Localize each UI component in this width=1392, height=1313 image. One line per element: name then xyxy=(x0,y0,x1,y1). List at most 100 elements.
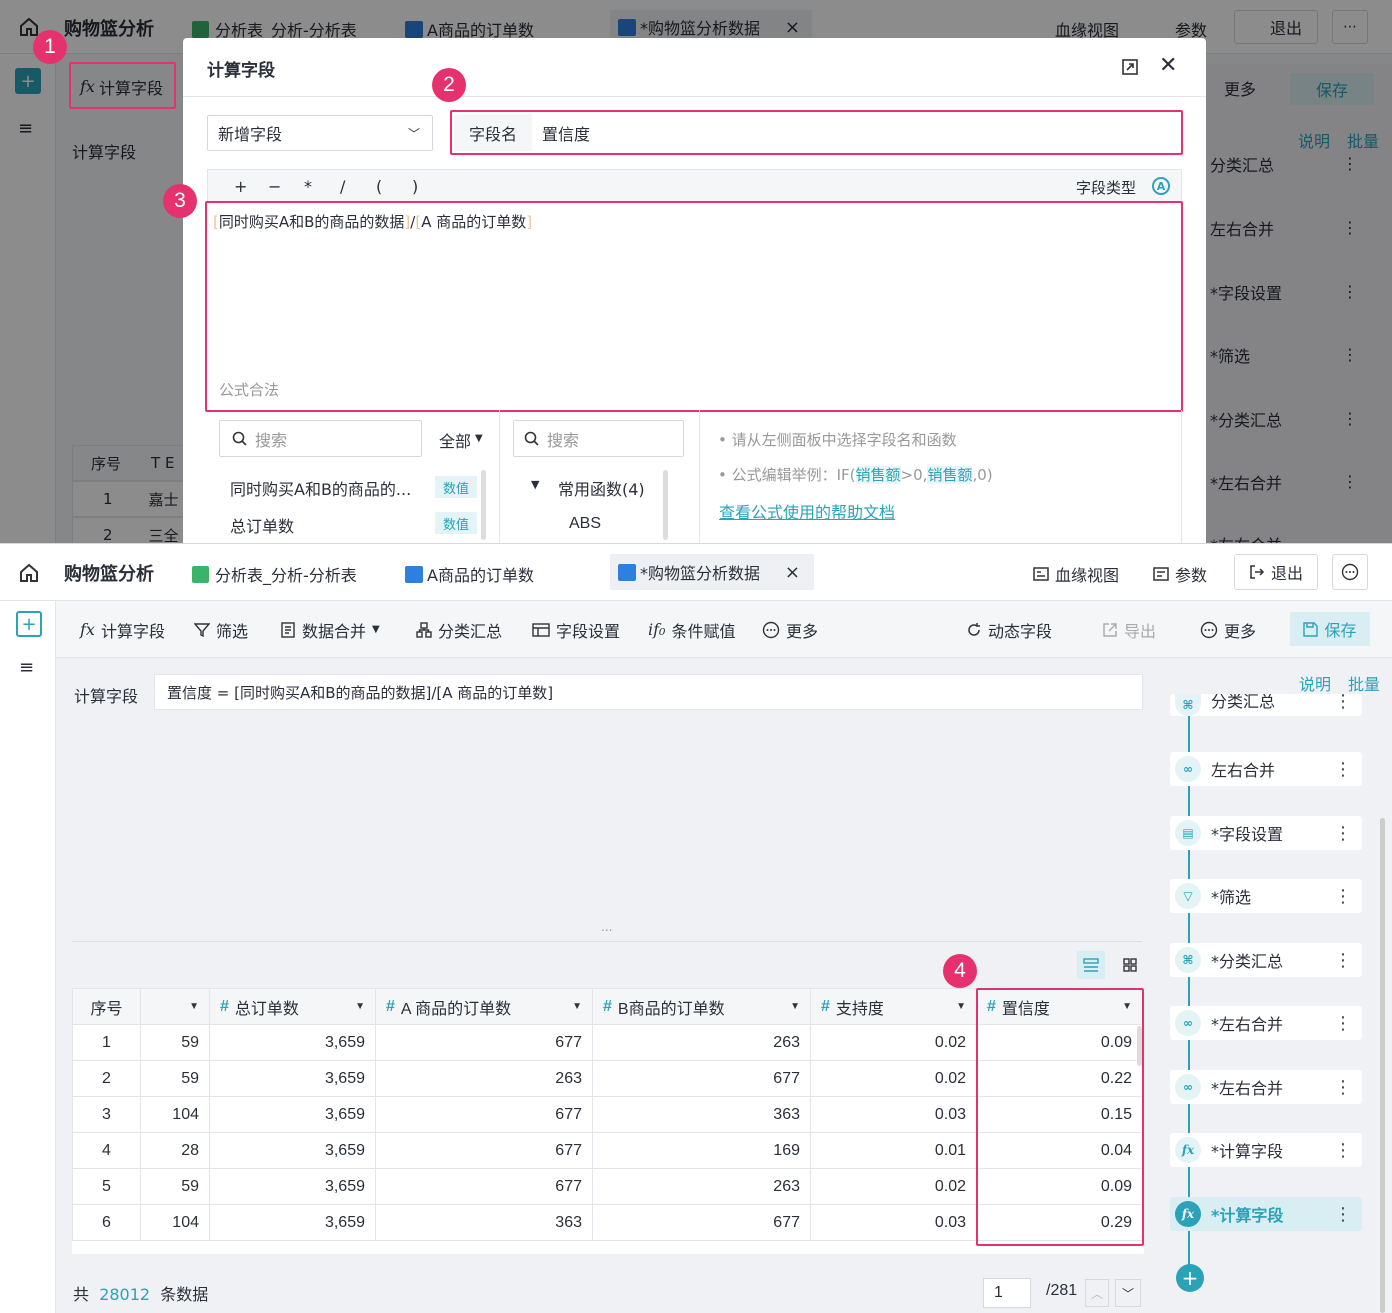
tab-basket-data[interactable]: *购物篮分析数据 × xyxy=(610,554,814,590)
table-cell[interactable]: 0.01 xyxy=(810,1132,977,1169)
plus-operator[interactable]: + xyxy=(234,177,247,196)
close-tab-icon[interactable]: × xyxy=(785,562,800,583)
batch-link[interactable]: 批量 xyxy=(1348,671,1380,695)
table-cell[interactable]: 6 xyxy=(72,1204,141,1241)
table-cell[interactable]: 677 xyxy=(592,1204,811,1241)
open-paren-operator[interactable]: ( xyxy=(376,177,382,196)
field-name-input[interactable] xyxy=(532,114,1179,151)
step-item[interactable]: ∞ *左右合并 ⋮ xyxy=(1170,1006,1362,1040)
step-menu-icon[interactable]: ⋮ xyxy=(1334,886,1352,907)
table-cell[interactable]: 677 xyxy=(375,1168,593,1205)
step-item[interactable]: ∞ *左右合并 ⋮ xyxy=(1170,1070,1362,1104)
calc-field-button[interactable]: fx 计算字段 xyxy=(80,601,165,658)
table-cell[interactable]: 263 xyxy=(375,1060,593,1097)
caret-down-icon[interactable]: ▼ xyxy=(572,1001,582,1012)
tab-analysis[interactable]: 分析表_分析-分析表 xyxy=(192,562,357,586)
step-item[interactable]: ▤ *字段设置 ⋮ xyxy=(1170,816,1362,850)
maximize-icon[interactable] xyxy=(1121,58,1139,76)
field-mode-select[interactable]: 新增字段 ﹀ xyxy=(207,115,433,151)
add-step-icon[interactable]: + xyxy=(1176,1264,1204,1292)
table-cell[interactable]: 59 xyxy=(140,1024,210,1061)
group-summary-button[interactable]: 分类汇总 xyxy=(416,601,502,658)
help-doc-link[interactable]: 查看公式使用的帮助文档 xyxy=(719,499,895,523)
caret-down-icon[interactable]: ▼ xyxy=(790,1001,800,1012)
step-item[interactable]: ⌘ *分类汇总 ⋮ xyxy=(1170,943,1362,977)
more-options-icon[interactable] xyxy=(1332,554,1368,590)
scrollbar[interactable] xyxy=(663,470,668,540)
step-menu-icon[interactable]: ⋮ xyxy=(1334,950,1352,971)
more-button[interactable]: 更多 xyxy=(1200,601,1256,658)
close-paren-operator[interactable]: ) xyxy=(412,177,418,196)
column-header[interactable]: # 支持度 ▼ xyxy=(810,988,977,1025)
table-cell[interactable]: 28 xyxy=(140,1132,210,1169)
table-cell[interactable]: 3,659 xyxy=(209,1168,376,1205)
formula-display[interactable]: 置信度 = [同时购买A和B的商品的数据]/[A 商品的订单数] xyxy=(154,674,1143,710)
column-header[interactable]: # A 商品的订单数 ▼ xyxy=(375,988,593,1025)
step-menu-icon[interactable]: ⋮ xyxy=(1334,823,1352,844)
table-cell[interactable]: 677 xyxy=(375,1132,593,1169)
list-view-icon[interactable] xyxy=(1077,951,1105,979)
column-header[interactable]: ▼ xyxy=(140,988,210,1025)
table-cell[interactable]: 1 xyxy=(72,1024,141,1061)
table-cell[interactable]: 3,659 xyxy=(209,1024,376,1061)
table-cell[interactable]: 3 xyxy=(72,1096,141,1133)
minus-operator[interactable]: − xyxy=(268,177,281,196)
field-settings-button[interactable]: 字段设置 xyxy=(532,601,620,658)
column-header[interactable]: # B商品的订单数 ▼ xyxy=(592,988,811,1025)
lineage-view-button[interactable]: 血缘视图 xyxy=(1033,562,1119,586)
filter-button[interactable]: 筛选 xyxy=(194,601,248,658)
table-cell[interactable]: 169 xyxy=(592,1132,811,1169)
step-item[interactable]: ▽ *筛选 ⋮ xyxy=(1170,879,1362,913)
table-cell[interactable]: 263 xyxy=(592,1024,811,1061)
function-item[interactable]: ABS xyxy=(569,515,601,533)
close-icon[interactable]: ✕ xyxy=(1159,55,1177,77)
table-cell[interactable]: 59 xyxy=(140,1168,210,1205)
field-type-icon[interactable]: A xyxy=(1152,177,1170,195)
save-button[interactable]: 保存 xyxy=(1290,612,1370,646)
table-cell[interactable]: 0.02 xyxy=(810,1024,977,1061)
field-list-item[interactable]: 总订单数 xyxy=(230,513,294,537)
scrollbar[interactable] xyxy=(481,470,486,540)
function-search-input[interactable]: 搜索 xyxy=(513,420,684,457)
table-cell[interactable]: 263 xyxy=(592,1168,811,1205)
prev-page-icon[interactable]: ︿ xyxy=(1085,1279,1109,1307)
divide-operator[interactable]: / xyxy=(340,177,345,196)
table-cell[interactable]: 3,659 xyxy=(209,1060,376,1097)
step-menu-icon[interactable]: ⋮ xyxy=(1334,1077,1352,1098)
table-cell[interactable]: 104 xyxy=(140,1204,210,1241)
caret-down-icon[interactable]: ▼ xyxy=(189,1001,199,1012)
data-merge-button[interactable]: 数据合并 ▼ xyxy=(280,601,380,658)
scrollbar[interactable] xyxy=(1137,1026,1142,1066)
function-group[interactable]: 常用函数(4) xyxy=(558,476,645,500)
table-cell[interactable]: 363 xyxy=(375,1204,593,1241)
step-menu-icon[interactable]: ⋮ xyxy=(1334,1013,1352,1034)
table-cell[interactable]: 677 xyxy=(375,1024,593,1061)
table-cell[interactable]: 0.02 xyxy=(810,1060,977,1097)
table-cell[interactable]: 363 xyxy=(592,1096,811,1133)
table-cell[interactable]: 0.03 xyxy=(810,1204,977,1241)
step-menu-icon[interactable]: ⋮ xyxy=(1334,1140,1352,1161)
step-menu-icon[interactable]: ⋮ xyxy=(1334,759,1352,780)
next-page-icon[interactable]: ﹀ xyxy=(1115,1279,1141,1307)
more-tools-button[interactable]: 更多 xyxy=(762,601,818,658)
field-list-item[interactable]: 同时购买A和B的商品的... xyxy=(230,476,411,500)
step-menu-icon[interactable]: ⋮ xyxy=(1334,694,1352,712)
caret-down-icon[interactable]: ▼ xyxy=(355,1001,365,1012)
table-cell[interactable]: 3,659 xyxy=(209,1204,376,1241)
home-icon[interactable] xyxy=(18,562,40,584)
table-cell[interactable]: 677 xyxy=(592,1060,811,1097)
table-cell[interactable]: 0.02 xyxy=(810,1168,977,1205)
column-header[interactable]: 序号 xyxy=(72,988,141,1025)
table-cell[interactable]: 677 xyxy=(375,1096,593,1133)
tab-a-orders[interactable]: A商品的订单数 xyxy=(405,562,534,586)
field-filter-dropdown[interactable]: 全部 ▼ xyxy=(439,428,483,452)
step-item[interactable]: ∞ 左右合并 ⋮ xyxy=(1170,752,1362,786)
step-item[interactable]: fx *计算字段 ⋮ xyxy=(1170,1133,1362,1167)
table-cell[interactable]: 5 xyxy=(72,1168,141,1205)
step-menu-icon[interactable]: ⋮ xyxy=(1334,1204,1352,1225)
params-button[interactable]: 参数 xyxy=(1153,562,1207,586)
formula-editor[interactable]: [同时购买A和B的商品的数据]/[A 商品的订单数] 公式合法 xyxy=(205,201,1183,412)
multiply-operator[interactable]: * xyxy=(304,177,312,196)
splitter-handle[interactable]: ... xyxy=(601,920,612,934)
page-input[interactable] xyxy=(983,1278,1031,1308)
